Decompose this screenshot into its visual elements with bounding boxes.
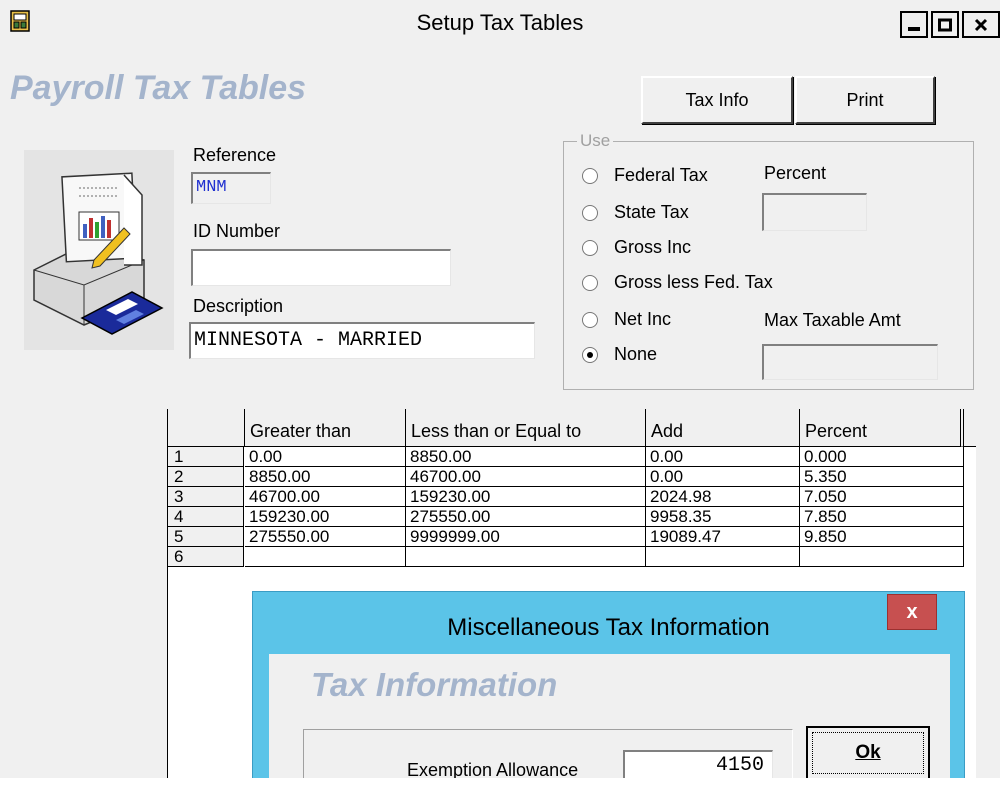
federal-tax-label: Federal Tax: [614, 165, 708, 185]
table-cell[interactable]: 9999999.00: [406, 527, 646, 547]
column-header[interactable]: Percent: [800, 409, 964, 447]
table-cell[interactable]: 46700.00: [245, 487, 406, 507]
row-number[interactable]: 4: [168, 507, 244, 527]
table-cell[interactable]: 7.850: [800, 507, 964, 527]
radio-gross-less-fed-tax[interactable]: [582, 275, 598, 291]
table-cell[interactable]: [646, 547, 800, 567]
page-title: Payroll Tax Tables: [10, 69, 307, 107]
radio-federal-tax[interactable]: [582, 168, 598, 184]
net-inc-label: Net Inc: [614, 309, 672, 329]
column-header[interactable]: Greater than: [245, 409, 406, 447]
max-taxable-amt-field[interactable]: [762, 344, 938, 380]
none-label: None: [614, 344, 658, 364]
percent-field[interactable]: [762, 193, 867, 231]
dialog-close-button[interactable]: x: [887, 594, 937, 630]
table-cell[interactable]: 0.00: [646, 447, 800, 467]
tax-info-button[interactable]: Tax Info: [641, 76, 793, 124]
table-cell[interactable]: 9.850: [800, 527, 964, 547]
table-cell[interactable]: 9958.35: [646, 507, 800, 527]
table-cell[interactable]: 5.350: [800, 467, 964, 487]
close-icon: [974, 18, 988, 31]
row-number[interactable]: 3: [168, 487, 244, 507]
table-cell[interactable]: 2024.98: [646, 487, 800, 507]
max-taxable-amt-label: Max Taxable Amt: [764, 310, 901, 330]
table-cell[interactable]: 0.000: [800, 447, 964, 467]
row-number[interactable]: 5: [168, 527, 244, 547]
table-cell[interactable]: 159230.00: [406, 487, 646, 507]
row-number[interactable]: 1: [168, 447, 244, 467]
misc-tax-info-dialog: Miscellaneous Tax Information x Tax Info…: [252, 591, 965, 778]
radio-state-tax[interactable]: [582, 205, 598, 221]
table-cell[interactable]: 275550.00: [245, 527, 406, 547]
table-cell[interactable]: 7.050: [800, 487, 964, 507]
table-cell[interactable]: 0.00: [245, 447, 406, 467]
tax-info-label: Tax Info: [685, 89, 749, 110]
table-cell[interactable]: [245, 547, 406, 567]
table-cell[interactable]: 19089.47: [646, 527, 800, 547]
minimize-icon: [908, 26, 920, 31]
minimize-button[interactable]: [900, 11, 928, 38]
table-cell[interactable]: 159230.00: [245, 507, 406, 527]
table-cell[interactable]: 8850.00: [245, 467, 406, 487]
reference-label: Reference: [193, 145, 277, 165]
description-label: Description: [193, 296, 284, 316]
state-tax-label: State Tax: [614, 202, 689, 222]
setup-tax-tables-window: Setup Tax Tables Payroll Tax Tables Tax …: [0, 0, 1000, 778]
radio-net-inc[interactable]: [582, 312, 598, 328]
radio-none[interactable]: [582, 347, 598, 363]
print-label: Print: [846, 89, 884, 110]
maximize-button[interactable]: [931, 11, 959, 38]
row-number[interactable]: 2: [168, 467, 244, 487]
ok-label: Ok: [855, 742, 881, 763]
window-title: Setup Tax Tables: [416, 10, 584, 35]
table-cell[interactable]: 46700.00: [406, 467, 646, 487]
dialog-title: Miscellaneous Tax Information: [447, 614, 770, 641]
close-icon: x: [906, 600, 918, 623]
table-cell[interactable]: 8850.00: [406, 447, 646, 467]
dialog-heading: Tax Information: [311, 666, 558, 703]
row-number[interactable]: 6: [168, 547, 244, 567]
exemption-allowance-field[interactable]: 4150: [623, 750, 773, 778]
description-field[interactable]: MINNESOTA - MARRIED: [189, 322, 535, 359]
close-button[interactable]: [962, 11, 1000, 38]
reference-field[interactable]: MNM: [191, 172, 271, 204]
ok-button[interactable]: Ok: [806, 726, 930, 778]
id-number-label: ID Number: [193, 221, 281, 241]
maximize-icon: [938, 18, 952, 31]
table-cell[interactable]: 275550.00: [406, 507, 646, 527]
column-header[interactable]: Less than or Equal to: [406, 409, 646, 447]
radio-gross-inc[interactable]: [582, 240, 598, 256]
dialog-body: Tax Information Exemption Allowance 4150…: [269, 654, 950, 778]
title-bar[interactable]: Setup Tax Tables: [0, 0, 1000, 46]
percent-label: Percent: [764, 163, 827, 183]
exemption-allowance-label: Exemption Allowance: [407, 760, 579, 778]
use-group-title: Use: [577, 131, 614, 151]
table-cell[interactable]: [800, 547, 964, 567]
gross-inc-label: Gross Inc: [614, 237, 692, 257]
tax-document-illustration: [24, 150, 174, 350]
table-cell[interactable]: 0.00: [646, 467, 800, 487]
id-number-field[interactable]: [191, 249, 451, 286]
grid-corner: [168, 409, 245, 447]
table-cell[interactable]: [406, 547, 646, 567]
column-header[interactable]: Add: [646, 409, 800, 447]
gross-less-fed-tax-label: Gross less Fed. Tax: [614, 272, 773, 292]
grid-header-filler: [964, 409, 976, 447]
print-button[interactable]: Print: [795, 76, 935, 124]
